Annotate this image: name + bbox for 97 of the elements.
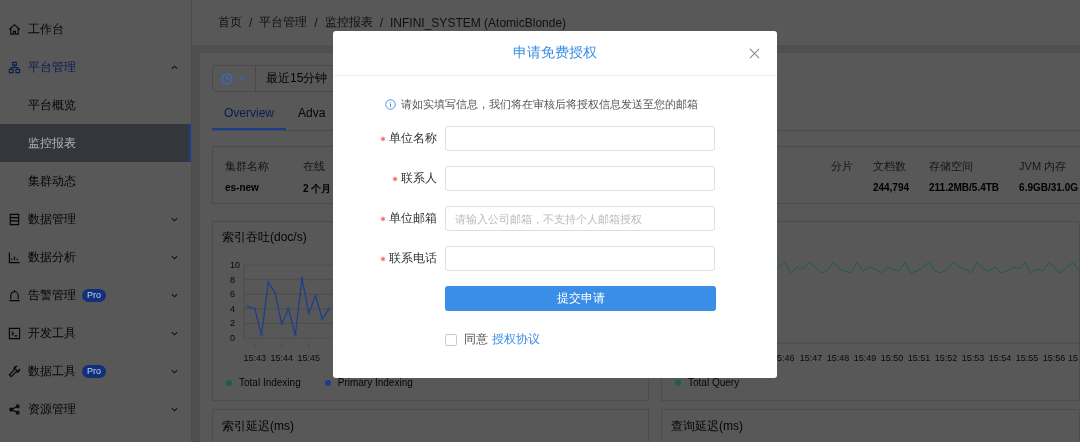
x-tick-label: 15:56 <box>1042 353 1066 363</box>
field-label: 单位名称 <box>389 130 437 147</box>
x-tick-label: 15:52 <box>934 353 958 363</box>
y-tick-label: 6 <box>230 289 235 300</box>
agreement-label: 同意 <box>464 331 488 348</box>
sidebar-item-label: 资源管理 <box>28 400 76 418</box>
sidebar-item-label: 数据分析 <box>28 248 76 266</box>
y-tick-label: 0 <box>230 333 235 343</box>
y-tick-label: 8 <box>230 274 235 285</box>
home-icon <box>8 22 21 36</box>
breadcrumb-separator: / <box>249 15 253 30</box>
sidebar-item[interactable]: 数据工具 Pro <box>0 352 191 390</box>
breadcrumb-separator: / <box>314 15 318 30</box>
checkbox[interactable] <box>445 333 457 346</box>
sitemap-icon <box>8 60 21 74</box>
x-tick-label: 15:45 <box>297 353 320 363</box>
x-tick-label: 15:54 <box>988 353 1012 363</box>
input-field[interactable] <box>445 246 715 271</box>
field-label: 单位邮箱 <box>389 210 437 227</box>
x-tick-label: 15:48 <box>826 353 850 363</box>
x-tick-label: 15 <box>1068 353 1078 363</box>
x-tick-label: 15:50 <box>880 353 904 363</box>
stat-value: 6.9GB/31.0G <box>1019 182 1078 193</box>
x-tick-label: 15:43 <box>243 353 266 363</box>
data-point <box>260 333 263 337</box>
input-field[interactable] <box>445 166 715 191</box>
breadcrumb-separator: / <box>379 15 384 30</box>
y-tick-label: 2 <box>230 318 235 329</box>
legend-label: Total Query <box>688 377 740 388</box>
stat-label: 集群名称 <box>225 159 269 174</box>
chart-icon <box>8 250 21 264</box>
field-label: 联系人 <box>401 170 437 187</box>
info-icon <box>385 99 396 110</box>
stat-value: 244,794 <box>872 182 910 193</box>
sidebar-subitem[interactable]: 监控报表 <box>0 124 191 162</box>
sidebar-item[interactable]: 资源管理 <box>0 390 191 428</box>
chart-title: 查询延迟(ms) <box>671 418 743 435</box>
x-tick-label: 15:53 <box>961 353 985 363</box>
stat-label: 分片 <box>830 159 853 174</box>
x-tick-label: 15:49 <box>853 353 877 363</box>
wrench-icon <box>8 364 21 378</box>
close-icon[interactable] <box>749 48 760 59</box>
data-point <box>320 317 324 321</box>
sidebar-item[interactable]: 告警管理 Pro <box>0 276 191 314</box>
chart-title: 索引延迟(ms) <box>222 418 294 435</box>
sidebar-item-label: 工作台 <box>28 20 64 38</box>
sidebar-item-label: 数据管理 <box>28 210 76 228</box>
sidebar-item-label: 告警管理 <box>28 286 76 304</box>
agreement-link[interactable]: 授权协议 <box>492 331 540 348</box>
sidebar-subitem[interactable]: 平台概览 <box>0 86 191 124</box>
tab[interactable]: Adva <box>286 100 338 130</box>
sidebar-item-label: 数据工具 <box>28 362 76 380</box>
breadcrumb-item[interactable]: 监控报表 <box>324 14 373 31</box>
submit-button[interactable]: 提交申请 <box>445 286 716 311</box>
document-icon <box>8 212 21 226</box>
tab[interactable]: Overview <box>212 100 286 130</box>
breadcrumb-item[interactable]: INFINI_SYSTEM (AtomicBlonde) <box>390 15 567 30</box>
stat-value: 211.2MB/5.4TB <box>929 182 1000 193</box>
stat-label: 文档数 <box>872 159 907 174</box>
share-icon <box>8 402 21 416</box>
x-tick-label: 15:51 <box>907 353 931 363</box>
sidebar-item[interactable]: 开发工具 <box>0 314 191 352</box>
data-point <box>293 333 297 337</box>
x-tick-label: 5:46 <box>777 353 795 363</box>
x-tick-label: 15:47 <box>799 353 823 363</box>
chevron-down-icon <box>238 74 247 83</box>
x-tick-label: 15:44 <box>270 353 293 363</box>
stat-value: es-new <box>225 182 260 193</box>
sidebar-item[interactable]: 平台管理 <box>0 48 191 86</box>
terminal-icon <box>8 326 21 340</box>
stat-label: JVM 内存 <box>1019 159 1068 174</box>
field-label: 联系电话 <box>389 250 437 267</box>
stat-value: 2 个月 <box>303 182 332 196</box>
legend-label: Primary Indexing <box>337 377 413 388</box>
sidebar-subitem[interactable]: 集群动态 <box>0 162 191 200</box>
legend-label: Total Indexing <box>239 377 301 388</box>
notice-text: 请如实填写信息，我们将在审核后将授权信息发送至您的邮箱 <box>401 97 698 112</box>
sidebar-item[interactable]: 数据管理 <box>0 200 191 238</box>
stat-label: 在线 <box>303 159 326 174</box>
data-point <box>307 311 311 315</box>
sidebar-item[interactable]: 工作台 <box>0 10 191 48</box>
sidebar-item-label: 开发工具 <box>28 324 76 342</box>
input-field[interactable]: 请输入公司邮箱，不支持个人邮箱授权 <box>445 206 715 231</box>
breadcrumb-item[interactable]: 平台管理 <box>259 14 308 31</box>
sidebar-item[interactable]: 数据分析 <box>0 238 191 276</box>
y-tick-label: 10 <box>230 260 240 270</box>
clock-icon <box>221 72 233 85</box>
sidebar-item-label: 平台管理 <box>28 58 76 76</box>
alarm-icon <box>8 288 21 302</box>
pro-badge: Pro <box>82 288 106 302</box>
x-tick-label: 15:55 <box>1015 353 1039 363</box>
input-field[interactable] <box>445 126 715 151</box>
y-tick-label: 4 <box>230 303 235 314</box>
breadcrumb-item[interactable]: 首页 <box>218 14 242 31</box>
chart-title: 索引吞吐(doc/s) <box>222 229 308 246</box>
dialog-title: 申请免费授权 <box>513 44 597 62</box>
pro-badge: Pro <box>82 364 106 378</box>
